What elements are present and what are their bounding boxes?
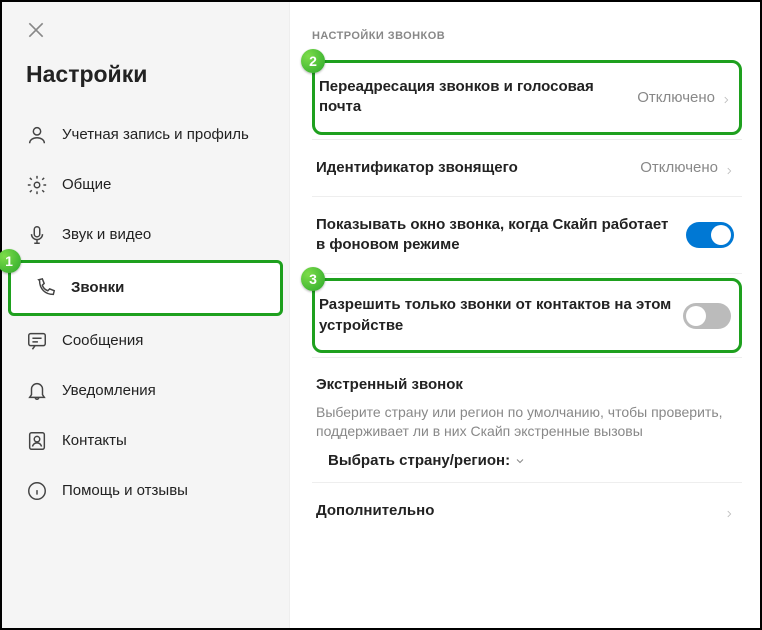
divider [312,357,742,358]
sidebar-item-label: Звук и видео [62,226,151,244]
row-label: Разрешить только звонки от контактов на … [319,295,673,336]
sidebar-item-label: Уведомления [62,382,156,400]
chevron-right-icon [721,92,731,102]
emergency-call-block: Экстренный звонок Выберите страну или ре… [312,362,742,478]
row-call-forwarding[interactable]: 2 Переадресация звонков и голосовая почт… [312,60,742,135]
section-title: НАСТРОЙКИ ЗВОНКОВ [312,30,742,42]
sidebar-item-calls[interactable]: 1 Звонки [8,260,283,316]
profile-icon [26,124,48,146]
sidebar-item-label: Учетная запись и профиль [62,126,249,144]
chevron-right-icon [724,163,734,173]
toggle-contacts-only[interactable] [683,303,731,329]
annotation-badge-2: 2 [301,49,325,73]
annotation-badge-1: 1 [0,249,21,273]
row-show-call-window: Показывать окно звонка, когда Скайп рабо… [312,201,742,270]
contacts-icon [26,430,48,452]
row-status: Отключено [637,89,731,106]
row-contacts-only: 3 Разрешить только звонки от контактов н… [312,278,742,353]
settings-content: НАСТРОЙКИ ЗВОНКОВ 2 Переадресация звонко… [290,2,760,628]
settings-sidebar: Настройки Учетная запись и профиль Общие… [2,2,290,628]
chevron-down-icon [514,454,526,466]
emergency-description: Выберите страну или регион по умолчанию,… [316,403,734,442]
select-region-label: Выбрать страну/регион: [328,452,510,469]
select-region-dropdown[interactable]: Выбрать страну/регион: [316,452,526,469]
row-label: Идентификатор звонящего [316,158,630,178]
bell-icon [26,380,48,402]
sidebar-item-account[interactable]: Учетная запись и профиль [2,110,289,160]
sidebar-item-general[interactable]: Общие [2,160,289,210]
divider [312,482,742,483]
divider [312,273,742,274]
toggle-show-call-window[interactable] [686,222,734,248]
chevron-right-icon [724,506,734,516]
row-status: Отключено [640,159,734,176]
info-icon [26,480,48,502]
sidebar-item-label: Сообщения [62,332,143,350]
sidebar-item-help[interactable]: Помощь и отзывы [2,466,289,516]
sidebar-title: Настройки [2,53,289,110]
annotation-badge-3: 3 [301,267,325,291]
sidebar-item-contacts[interactable]: Контакты [2,416,289,466]
close-icon[interactable] [26,20,46,40]
chat-icon [26,330,48,352]
row-caller-id[interactable]: Идентификатор звонящего Отключено [312,144,742,192]
divider [312,139,742,140]
sidebar-item-messages[interactable]: Сообщения [2,316,289,366]
sidebar-item-label: Звонки [71,279,124,297]
microphone-icon [26,224,48,246]
row-label: Дополнительно [316,501,714,521]
gear-icon [26,174,48,196]
sidebar-item-label: Контакты [62,432,127,450]
row-advanced[interactable]: Дополнительно [312,487,742,535]
row-label: Показывать окно звонка, когда Скайп рабо… [316,215,676,256]
row-label: Переадресация звонков и голосовая почта [319,77,627,118]
divider [312,196,742,197]
sidebar-item-notifications[interactable]: Уведомления [2,366,289,416]
phone-icon [35,277,57,299]
sidebar-item-audio-video[interactable]: Звук и видео [2,210,289,260]
sidebar-item-label: Помощь и отзывы [62,482,188,500]
emergency-title: Экстренный звонок [316,376,734,393]
sidebar-item-label: Общие [62,176,111,194]
